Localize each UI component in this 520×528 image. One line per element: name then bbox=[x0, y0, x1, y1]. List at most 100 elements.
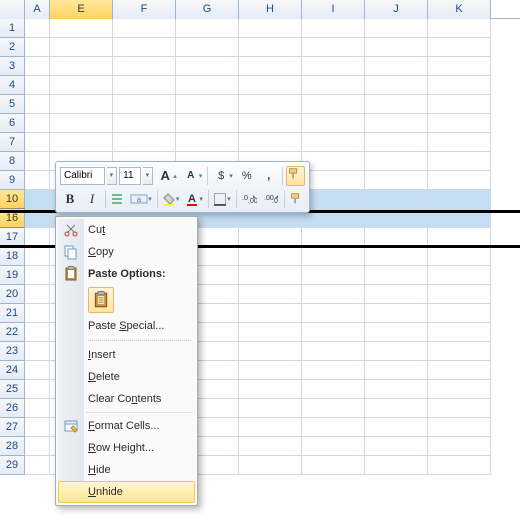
cell[interactable] bbox=[25, 285, 50, 304]
cell[interactable] bbox=[25, 361, 50, 380]
cell[interactable] bbox=[25, 57, 50, 76]
cell[interactable] bbox=[302, 19, 365, 38]
row-header-20[interactable]: 20 bbox=[0, 285, 25, 304]
menu-hide[interactable]: Hide bbox=[58, 459, 195, 481]
cell[interactable] bbox=[302, 456, 365, 475]
bold-button[interactable]: B bbox=[60, 189, 80, 209]
cell[interactable] bbox=[176, 38, 239, 57]
cell[interactable] bbox=[428, 323, 491, 342]
cell[interactable] bbox=[239, 361, 302, 380]
cell[interactable] bbox=[428, 342, 491, 361]
cell[interactable] bbox=[176, 95, 239, 114]
row-header-4[interactable]: 4 bbox=[0, 76, 25, 95]
cell[interactable] bbox=[50, 38, 113, 57]
cell[interactable] bbox=[239, 19, 302, 38]
cell[interactable] bbox=[50, 114, 113, 133]
menu-delete[interactable]: Delete bbox=[58, 366, 195, 388]
cell[interactable] bbox=[239, 323, 302, 342]
cell[interactable] bbox=[302, 38, 365, 57]
shrink-font-button[interactable]: A▾ bbox=[181, 166, 205, 186]
menu-format-cells[interactable]: Format Cells... bbox=[58, 415, 195, 437]
cell[interactable] bbox=[428, 399, 491, 418]
row-header-10[interactable]: 10 bbox=[0, 190, 25, 209]
cell[interactable] bbox=[302, 190, 365, 209]
cell[interactable] bbox=[113, 95, 176, 114]
cell[interactable] bbox=[365, 456, 428, 475]
row-header-8[interactable]: 8 bbox=[0, 152, 25, 171]
cell[interactable] bbox=[302, 323, 365, 342]
cell[interactable] bbox=[302, 304, 365, 323]
cell[interactable] bbox=[428, 304, 491, 323]
cell[interactable] bbox=[239, 418, 302, 437]
borders-button[interactable]: ▾ bbox=[211, 189, 233, 209]
cell[interactable] bbox=[428, 285, 491, 304]
cell[interactable] bbox=[50, 76, 113, 95]
cell[interactable] bbox=[428, 266, 491, 285]
comma-format-button[interactable]: , bbox=[259, 166, 279, 186]
italic-button[interactable]: I bbox=[82, 189, 102, 209]
row-header-19[interactable]: 19 bbox=[0, 266, 25, 285]
cell[interactable] bbox=[302, 114, 365, 133]
cell[interactable] bbox=[365, 152, 428, 171]
cell[interactable] bbox=[25, 133, 50, 152]
row-header-7[interactable]: 7 bbox=[0, 133, 25, 152]
cell[interactable] bbox=[302, 418, 365, 437]
cell[interactable] bbox=[50, 19, 113, 38]
row-header-18[interactable]: 18 bbox=[0, 247, 25, 266]
cell[interactable] bbox=[50, 95, 113, 114]
column-header-E[interactable]: E bbox=[50, 0, 113, 19]
cell[interactable] bbox=[428, 190, 491, 209]
cell[interactable] bbox=[25, 38, 50, 57]
merge-center-button[interactable]: a ▾ bbox=[128, 189, 154, 209]
cell[interactable] bbox=[302, 285, 365, 304]
cell[interactable] bbox=[113, 114, 176, 133]
menu-cut[interactable]: Cut bbox=[58, 219, 195, 241]
cell[interactable] bbox=[428, 361, 491, 380]
cell[interactable] bbox=[239, 38, 302, 57]
cell[interactable] bbox=[50, 57, 113, 76]
menu-paste-special[interactable]: Paste Special... bbox=[58, 315, 195, 337]
cell[interactable] bbox=[365, 76, 428, 95]
cell[interactable] bbox=[25, 418, 50, 437]
cell[interactable] bbox=[25, 247, 50, 266]
font-name-box[interactable]: Calibri bbox=[60, 167, 105, 185]
cell[interactable] bbox=[176, 57, 239, 76]
row-header-1[interactable]: 1 bbox=[0, 19, 25, 38]
cell[interactable] bbox=[365, 190, 428, 209]
cell[interactable] bbox=[302, 57, 365, 76]
cell[interactable] bbox=[302, 76, 365, 95]
decrease-decimal-button[interactable]: .00.0 bbox=[261, 189, 281, 209]
menu-unhide[interactable]: Unhide bbox=[58, 481, 195, 503]
cell[interactable] bbox=[239, 133, 302, 152]
cell[interactable] bbox=[428, 456, 491, 475]
cell[interactable] bbox=[25, 152, 50, 171]
font-size-dropdown[interactable]: ▾ bbox=[143, 167, 154, 185]
select-all-corner[interactable] bbox=[0, 0, 25, 19]
cell[interactable] bbox=[113, 76, 176, 95]
cell[interactable] bbox=[25, 19, 50, 38]
cell[interactable] bbox=[302, 152, 365, 171]
grow-font-button[interactable]: A▴ bbox=[155, 166, 179, 186]
menu-row-height[interactable]: Row Height... bbox=[58, 437, 195, 459]
cell[interactable] bbox=[113, 19, 176, 38]
cell[interactable] bbox=[365, 266, 428, 285]
cell[interactable] bbox=[176, 76, 239, 95]
menu-clear-contents[interactable]: Clear Contents bbox=[58, 388, 195, 410]
font-color-button[interactable]: A ▾ bbox=[183, 189, 205, 209]
row-header-2[interactable]: 2 bbox=[0, 38, 25, 57]
format-painter-small-button[interactable] bbox=[287, 189, 305, 209]
cell[interactable] bbox=[428, 57, 491, 76]
row-header-29[interactable]: 29 bbox=[0, 456, 25, 475]
cell[interactable] bbox=[302, 95, 365, 114]
row-header-24[interactable]: 24 bbox=[0, 361, 25, 380]
cell[interactable] bbox=[25, 323, 50, 342]
cell[interactable] bbox=[428, 247, 491, 266]
cell[interactable] bbox=[428, 19, 491, 38]
cell[interactable] bbox=[365, 323, 428, 342]
cell[interactable] bbox=[365, 361, 428, 380]
row-header-28[interactable]: 28 bbox=[0, 437, 25, 456]
cell[interactable] bbox=[428, 95, 491, 114]
row-header-21[interactable]: 21 bbox=[0, 304, 25, 323]
cell[interactable] bbox=[302, 361, 365, 380]
cell[interactable] bbox=[302, 399, 365, 418]
